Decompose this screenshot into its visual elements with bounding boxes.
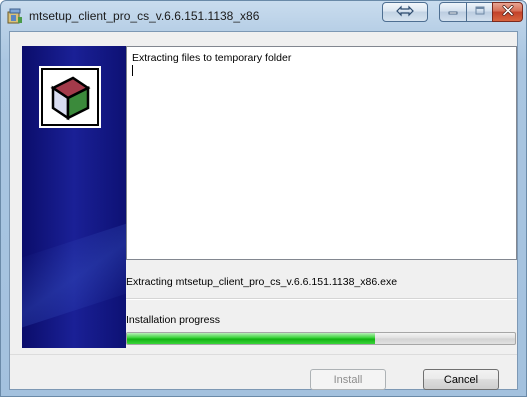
maximize-button[interactable] [466, 2, 493, 22]
installer-icon [7, 8, 23, 24]
maximize-icon [475, 6, 485, 19]
cancel-button[interactable]: Cancel [423, 369, 499, 390]
title-bar[interactable]: mtsetup_client_pro_cs_v.6.6.151.1138_x86 [1, 1, 526, 31]
installer-window: mtsetup_client_pro_cs_v.6.6.151.1138_x86 [0, 0, 527, 397]
divider [126, 298, 517, 300]
minimize-icon [448, 6, 458, 19]
close-button[interactable] [492, 2, 523, 22]
current-file-status: Extracting mtsetup_client_pro_cs_v.6.6.1… [126, 276, 398, 288]
close-icon [502, 5, 514, 19]
installation-progress-bar [126, 332, 516, 345]
install-button[interactable]: Install [310, 369, 386, 390]
progress-label: Installation progress [126, 314, 220, 326]
text-caret [132, 65, 133, 76]
minimize-button[interactable] [439, 2, 467, 22]
dialog-client-area: Extracting files to temporary folder Ext… [9, 31, 518, 390]
side-banner [22, 46, 126, 348]
log-line: Extracting files to temporary folder [132, 52, 292, 64]
box-logo-icon [39, 66, 101, 128]
button-row-separator [10, 354, 517, 355]
extraction-log[interactable]: Extracting files to temporary folder [126, 46, 517, 260]
window-title: mtsetup_client_pro_cs_v.6.6.151.1138_x86 [29, 9, 260, 23]
restore-button[interactable] [382, 2, 428, 22]
progress-fill [127, 333, 376, 344]
restore-icon [395, 5, 415, 20]
